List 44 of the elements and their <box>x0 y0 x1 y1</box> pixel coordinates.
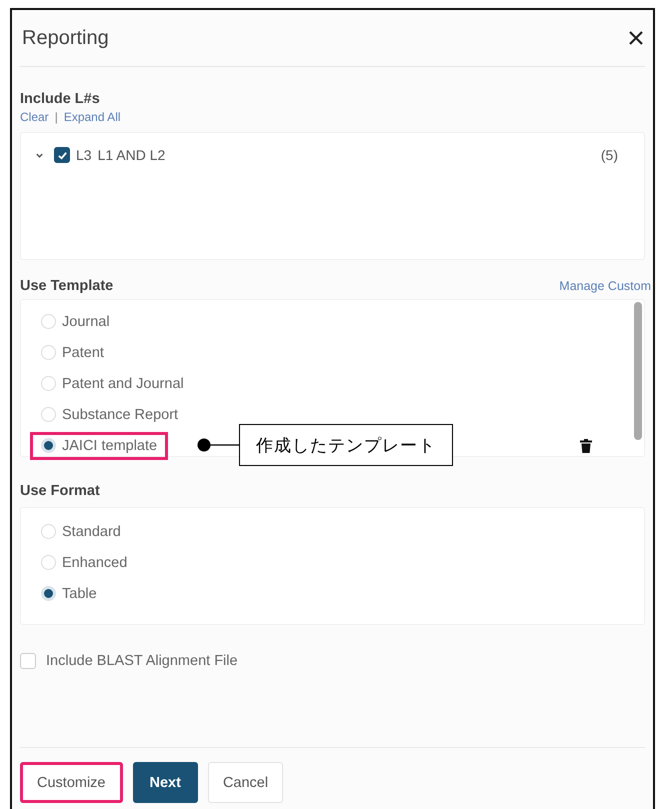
checkbox-label: Include BLAST Alignment File <box>46 653 238 669</box>
option-label: Journal <box>62 314 110 330</box>
link-separator: | <box>54 110 58 124</box>
section-heading: Use Template <box>20 278 114 294</box>
radio-button[interactable] <box>41 407 56 422</box>
node-id: L3 <box>76 147 92 163</box>
highlight-frame[interactable]: JAICI template <box>30 432 168 460</box>
check-icon <box>56 150 68 160</box>
node-label: L1 AND L2 <box>98 147 166 163</box>
text-link[interactable]: Expand All <box>64 110 121 124</box>
option-label: Patent and Journal <box>62 376 184 392</box>
dialog-title: Reporting <box>22 26 109 50</box>
radio-button[interactable] <box>41 438 56 453</box>
section-heading: Include L#s <box>20 91 101 107</box>
section-heading: Use Format <box>20 483 100 499</box>
node-count: (5) <box>600 147 618 163</box>
checkbox[interactable] <box>54 147 70 163</box>
next-button[interactable]: Next <box>132 762 198 803</box>
text-link[interactable]: Clear <box>20 110 49 124</box>
template-option[interactable]: Substance Report <box>30 400 190 428</box>
trash-icon[interactable] <box>580 439 592 453</box>
leader-line <box>197 438 239 452</box>
close-icon[interactable] <box>629 31 643 45</box>
dialog-button[interactable]: Customize <box>20 762 122 803</box>
radio-button[interactable] <box>41 345 56 360</box>
dialog-button[interactable]: Cancel <box>208 762 284 803</box>
chevron-icon[interactable] <box>35 150 44 160</box>
option-label: Standard <box>62 524 121 540</box>
template-option[interactable]: Journal <box>30 308 121 336</box>
scrollbar[interactable] <box>634 302 642 440</box>
radio-button[interactable] <box>41 376 56 391</box>
template-option[interactable]: Patent <box>30 338 115 366</box>
option-label: Patent <box>62 344 104 360</box>
option-label: Table <box>62 586 97 602</box>
option-label: JAICI template <box>62 438 158 454</box>
radio-button[interactable] <box>41 314 56 329</box>
radio-button[interactable] <box>41 586 56 601</box>
option-label: Substance Report <box>62 406 178 422</box>
radio-button[interactable] <box>41 555 56 570</box>
radio-button[interactable] <box>41 524 56 539</box>
callout-label: 作成したテンプレート <box>239 424 453 466</box>
template-option[interactable]: Patent and Journal <box>30 370 195 398</box>
manage-custom-link[interactable]: Manage Custom <box>559 279 651 293</box>
option-label: Enhanced <box>62 554 128 570</box>
